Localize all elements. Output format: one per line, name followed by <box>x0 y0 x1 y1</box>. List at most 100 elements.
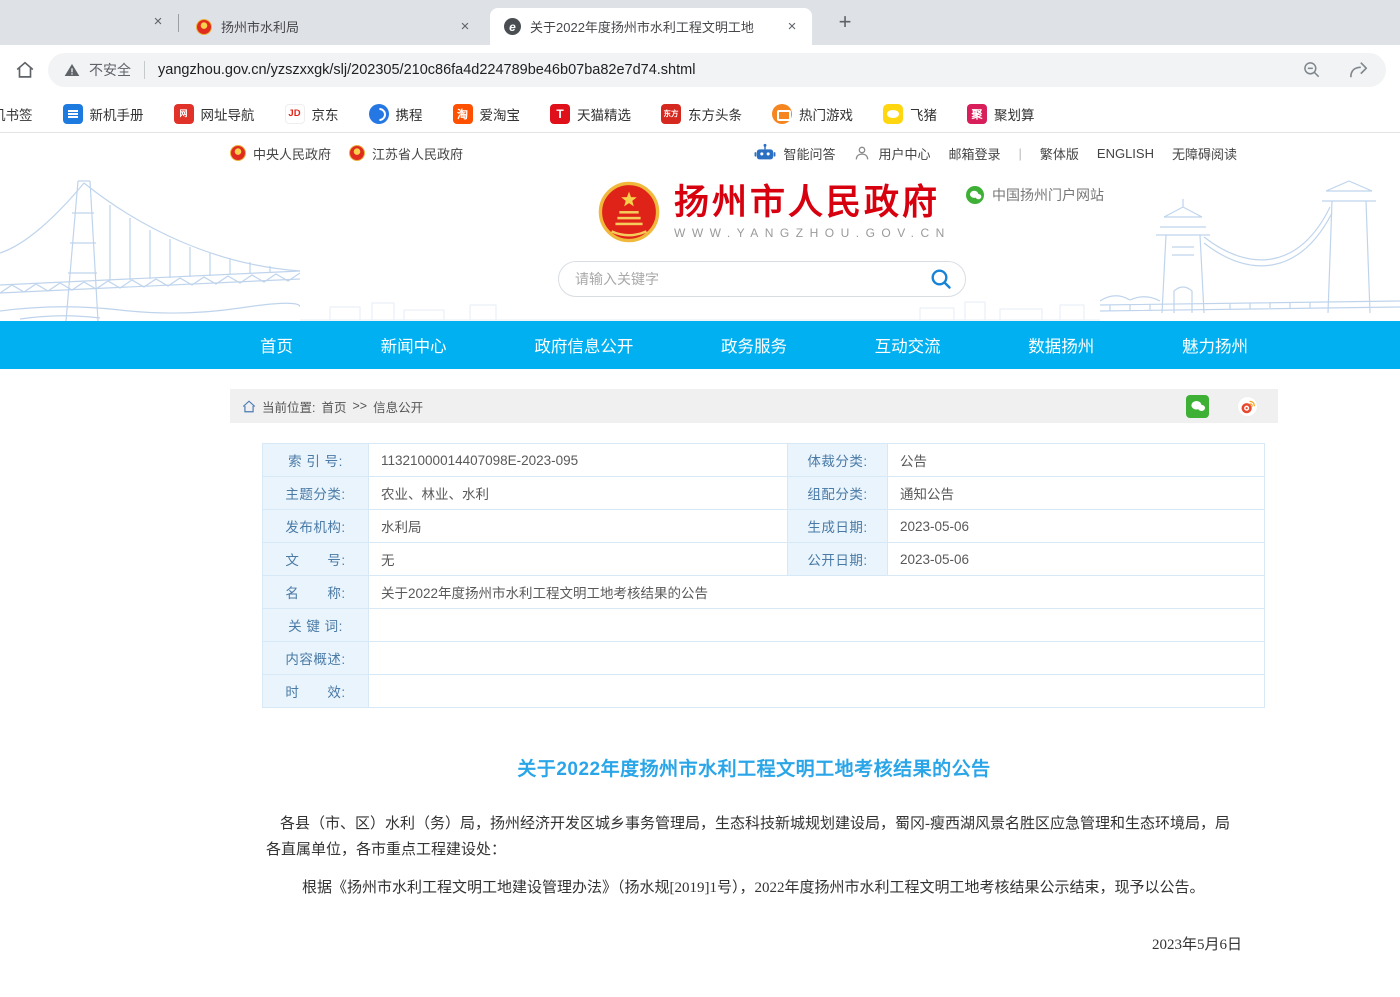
breadcrumb-home-link[interactable]: 首页 <box>321 397 346 416</box>
close-icon[interactable]: × <box>455 17 475 37</box>
dongfang-icon: 东方 <box>661 104 681 124</box>
site-utility-bar: 中央人民政府 江苏省人民政府 智能问答 用户中心 邮箱登录 | 繁体版 ENGL… <box>0 133 1400 173</box>
nav-interaction[interactable]: 互动交流 <box>875 333 941 357</box>
bridge-sketch-right <box>1100 173 1400 321</box>
bookmarks-bar: 机书签 新机手册 网 网址导航 JD 京东 携程 淘 爱淘宝 T 天猫精选 东方… <box>0 95 1400 133</box>
address-bar[interactable]: 不安全 yangzhou.gov.cn/yzszxxgk/slj/202305/… <box>48 53 1386 87</box>
bookmark-phone[interactable]: 机书签 <box>0 104 33 124</box>
security-label[interactable]: 不安全 <box>89 60 131 80</box>
skyline-sketch <box>0 299 1400 321</box>
nav-home[interactable]: 首页 <box>260 333 293 357</box>
close-icon[interactable]: × <box>782 17 802 37</box>
tab-bar: × 扬州市水利局 × e 关于2022年度扬州市水利工程文明工地 × + <box>0 0 1400 45</box>
english-link[interactable]: ENGLISH <box>1097 146 1154 161</box>
gov-emblem-icon <box>349 145 365 161</box>
bookmark-label: 爱淘宝 <box>480 104 521 124</box>
meta-value <box>369 642 1264 674</box>
bookmark-dongfang[interactable]: 东方 东方头条 <box>661 104 742 124</box>
site-favicon-icon: e <box>504 18 521 35</box>
tab-current-article[interactable]: e 关于2022年度扬州市水利工程文明工地 × <box>490 8 812 45</box>
meta-label: 内容概述: <box>263 642 369 674</box>
browser-toolbar: 不安全 yangzhou.gov.cn/yzszxxgk/slj/202305/… <box>0 45 1400 95</box>
breadcrumb-home-icon <box>242 400 256 413</box>
table-row: 文 号: 无 公开日期: 2023-05-06 <box>263 543 1264 576</box>
tab-title: 关于2022年度扬州市水利工程文明工地 <box>530 17 776 36</box>
bookmark-fliggy[interactable]: 飞猪 <box>883 104 937 124</box>
gov-emblem-icon <box>230 145 246 161</box>
bookmark-manual[interactable]: 新机手册 <box>63 104 144 124</box>
breadcrumb-current[interactable]: 信息公开 <box>373 397 423 416</box>
meta-label: 组配分类: <box>788 477 888 509</box>
meta-label: 名 称: <box>263 576 369 608</box>
user-icon <box>853 144 871 162</box>
bookmark-label: 携程 <box>396 104 423 124</box>
table-row: 索 引 号: 11321000014407098E-2023-095 体裁分类:… <box>263 444 1264 477</box>
tab-title: 扬州市水利局 <box>221 17 449 36</box>
jiangsu-gov-link[interactable]: 江苏省人民政府 <box>349 144 463 163</box>
search-icon[interactable] <box>929 267 953 291</box>
bookmark-label: 东方头条 <box>688 104 742 124</box>
search-input[interactable] <box>575 271 929 287</box>
bookmark-ctrip[interactable]: 携程 <box>369 104 423 124</box>
meta-label: 关 键 词: <box>263 609 369 641</box>
user-center-label: 用户中心 <box>878 144 930 163</box>
manual-icon <box>63 104 83 124</box>
url-text[interactable]: yangzhou.gov.cn/yzszxxgk/slj/202305/210c… <box>158 62 695 78</box>
zoom-out-icon[interactable] <box>1302 60 1322 80</box>
smart-qa-link[interactable]: 智能问答 <box>754 143 835 163</box>
bookmark-label: 新机手册 <box>90 104 144 124</box>
close-icon[interactable]: × <box>148 12 168 32</box>
nav-services[interactable]: 政务服务 <box>721 333 787 357</box>
table-row: 内容概述: <box>263 642 1264 675</box>
user-center-link[interactable]: 用户中心 <box>853 144 930 163</box>
central-gov-label: 中央人民政府 <box>253 144 331 163</box>
article-paragraph: 根据《扬州市水利工程文明工地建设管理办法》（扬水规[2019]1号），2022年… <box>266 875 1242 901</box>
nav-info-disclosure[interactable]: 政府信息公开 <box>534 333 633 357</box>
home-icon[interactable] <box>14 59 36 81</box>
bookmark-label: 京东 <box>312 104 339 124</box>
accessibility-link[interactable]: 无障碍阅读 <box>1172 144 1237 163</box>
tab-divider <box>178 14 179 32</box>
portal-link[interactable]: 中国扬州门户网站 <box>966 185 1104 205</box>
traditional-link[interactable]: 繁体版 <box>1040 144 1079 163</box>
bookmark-tmall[interactable]: T 天猫精选 <box>550 104 631 124</box>
tab-water-bureau[interactable]: 扬州市水利局 × <box>182 8 485 45</box>
jd-icon: JD <box>285 104 305 124</box>
site-logo[interactable]: 扬州市人民政府 WWW.YANGZHOU.GOV.CN <box>598 181 951 243</box>
bookmark-nav[interactable]: 网 网址导航 <box>174 104 255 124</box>
smart-qa-label: 智能问答 <box>783 144 835 163</box>
ctrip-icon <box>369 104 389 124</box>
tmall-icon: T <box>550 104 570 124</box>
mail-login-link[interactable]: 邮箱登录 <box>948 144 1000 163</box>
central-gov-link[interactable]: 中央人民政府 <box>230 144 331 163</box>
share-icon[interactable] <box>1348 60 1370 80</box>
bookmark-label: 天猫精选 <box>577 104 631 124</box>
nav-news[interactable]: 新闻中心 <box>381 333 447 357</box>
meta-label: 文 号: <box>263 543 369 575</box>
fliggy-icon <box>883 104 903 124</box>
taobao-icon: 淘 <box>453 104 473 124</box>
meta-value: 2023-05-06 <box>888 510 1264 542</box>
meta-label: 索 引 号: <box>263 444 369 476</box>
table-row: 名 称: 关于2022年度扬州市水利工程文明工地考核结果的公告 <box>263 576 1264 609</box>
bookmark-juhuasuan[interactable]: 聚 聚划算 <box>967 104 1035 124</box>
bookmark-taobao[interactable]: 淘 爱淘宝 <box>453 104 521 124</box>
meta-value <box>369 609 1264 641</box>
nav-data[interactable]: 数据扬州 <box>1028 333 1094 357</box>
robot-icon <box>754 143 776 163</box>
meta-label: 公开日期: <box>788 543 888 575</box>
weibo-share-icon[interactable] <box>1237 396 1258 417</box>
meta-value: 农业、林业、水利 <box>369 477 788 509</box>
wechat-share-icon[interactable] <box>1186 395 1209 418</box>
bookmark-label: 飞猪 <box>910 104 937 124</box>
nav-charm[interactable]: 魅力扬州 <box>1182 333 1248 357</box>
table-row: 发布机构: 水利局 生成日期: 2023-05-06 <box>263 510 1264 543</box>
bookmark-jd[interactable]: JD 京东 <box>285 104 339 124</box>
breadcrumb: 当前位置: 首页 >> 信息公开 <box>230 389 1278 423</box>
breadcrumb-separator: >> <box>353 399 368 413</box>
site-domain: WWW.YANGZHOU.GOV.CN <box>674 226 951 240</box>
new-tab-button[interactable]: + <box>830 8 860 38</box>
main-nav: 首页 新闻中心 政府信息公开 政务服务 互动交流 数据扬州 魅力扬州 <box>0 321 1400 369</box>
warning-icon <box>64 62 80 78</box>
bookmark-games[interactable]: 热门游戏 <box>772 104 853 124</box>
